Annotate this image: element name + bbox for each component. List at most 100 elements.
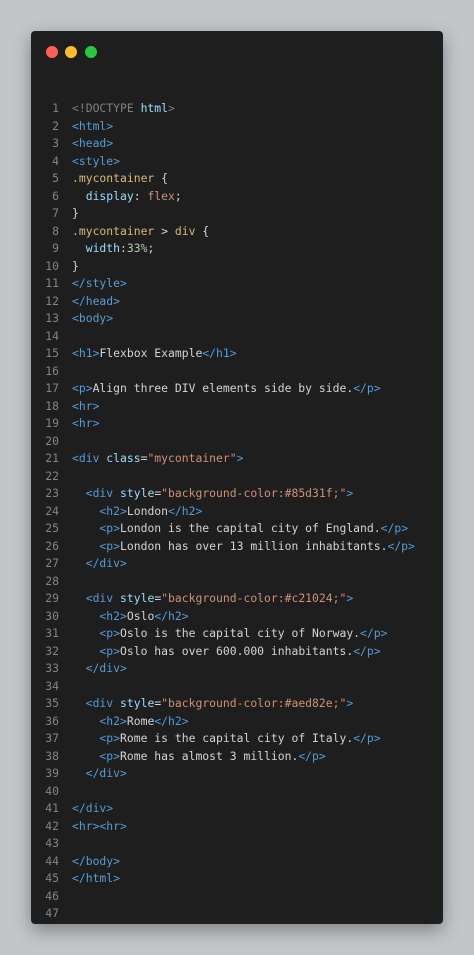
line-content: <hr> (72, 398, 99, 416)
code-token: <body> (72, 311, 114, 325)
line-content: </html> (72, 870, 120, 888)
line-number: 18 (45, 398, 59, 413)
code-token: Oslo has over 600.000 inhabitants. (120, 643, 354, 658)
code-token: > (154, 223, 175, 238)
code-token: </style> (72, 276, 127, 290)
code-line: 1 <!DOCTYPE html> (31, 100, 443, 118)
line-number: 33 (45, 661, 59, 675)
line-number: 4 (52, 153, 59, 168)
line-content: .mycontainer > div { (72, 223, 209, 241)
code-token: </h2> (154, 608, 189, 623)
code-token: </body> (72, 853, 121, 868)
code-line: 28 (31, 573, 443, 591)
code-token: <head> (72, 136, 114, 150)
code-token: class (106, 451, 141, 465)
line-number: 27 (45, 556, 59, 570)
line-content: <hr> (72, 415, 99, 433)
line-number: 47 (45, 906, 59, 920)
line-content: <hr><hr> (72, 818, 127, 836)
code-token: > (346, 696, 354, 710)
code-token: <hr> (72, 398, 100, 413)
code-token: <html> (72, 118, 114, 133)
line-number: 5 (52, 171, 59, 185)
code-token: html (140, 101, 169, 115)
line-number: 43 (45, 836, 59, 850)
close-window-button[interactable] (46, 46, 58, 58)
code-token: .mycontainer (72, 171, 155, 185)
code-line: 40 (31, 783, 443, 801)
code-token: <div (72, 451, 107, 465)
line-number: 10 (45, 258, 59, 273)
code-token: "background-color:#c21024;" (161, 591, 347, 605)
line-number: 41 (45, 801, 59, 815)
line-content: </head> (72, 293, 120, 311)
code-token: : (133, 188, 148, 203)
line-number: 37 (45, 731, 59, 745)
line-content: <p>London is the capital city of England… (72, 520, 408, 538)
line-number: 21 (45, 451, 59, 465)
code-token: .mycontainer (72, 223, 155, 238)
line-number: 19 (45, 416, 59, 430)
code-token: display (72, 188, 134, 203)
code-line: 41 </div> (31, 800, 443, 818)
line-content: <p>London has over 13 million inhabitant… (72, 538, 414, 556)
code-token: <hr> (72, 416, 100, 430)
line-content: <p>Oslo has over 600.000 inhabitants.</p… (72, 643, 380, 661)
code-line: 11 </style> (31, 275, 443, 293)
code-line: 29 <div style="background-color:#c21024;… (31, 590, 443, 608)
line-content: <head> (72, 135, 113, 153)
code-token: </h1> (202, 346, 237, 360)
line-number: 46 (45, 888, 59, 903)
code-token: { (195, 223, 210, 238)
code-line: 20 (31, 433, 443, 451)
code-line: 27 </div> (31, 555, 443, 573)
code-token: <h2> (72, 503, 127, 518)
code-token: </p> (353, 381, 381, 395)
line-number: 42 (45, 818, 59, 833)
code-token: style (120, 696, 155, 710)
code-token: <!DOCTYPE (72, 101, 141, 115)
code-token: > (346, 591, 354, 605)
line-content: display: flex; (72, 188, 182, 206)
code-line: 38 <p>Rome has almost 3 million.</p> (31, 748, 443, 766)
code-token: </div> (72, 556, 127, 570)
line-number: 36 (45, 713, 59, 728)
code-line: 22 (31, 468, 443, 486)
code-token: "mycontainer" (147, 451, 237, 465)
line-number: 1 (52, 101, 59, 115)
code-line: 35 <div style="background-color:#aed82e;… (31, 695, 443, 713)
line-number: 39 (45, 766, 59, 780)
line-content: </body> (72, 853, 120, 871)
line-content: <div style="background-color:#85d31f;"> (72, 485, 354, 503)
code-token: Rome has almost 3 million. (120, 748, 299, 763)
code-token: </div> (72, 766, 127, 780)
minimize-window-button[interactable] (65, 46, 77, 58)
code-window: 1 <!DOCTYPE html> 2 <html> 3 <head> 4 <style> 5.… (31, 31, 443, 924)
code-token: Rome (126, 713, 155, 728)
line-number: 16 (45, 363, 59, 378)
code-token: "background-color:#85d31f;" (161, 486, 347, 500)
line-content: </div> (72, 555, 127, 573)
code-token: 33% (126, 241, 148, 255)
code-line: 9 width:33%; (31, 240, 443, 258)
code-token: </div> (72, 801, 114, 815)
code-line: 25 <p>London is the capital city of Engl… (31, 520, 443, 538)
code-token: Rome is the capital city of Italy. (120, 731, 354, 745)
code-line: 18 <hr> (31, 398, 443, 416)
line-content: <p>Rome has almost 3 million.</p> (72, 748, 325, 766)
code-line: 6 display: flex; (31, 188, 443, 206)
code-token: <hr><hr> (72, 818, 127, 833)
line-number: 23 (45, 486, 59, 500)
line-content: width:33%; (72, 240, 155, 258)
maximize-window-button[interactable] (85, 46, 97, 58)
line-number: 29 (45, 591, 59, 605)
line-number: 9 (52, 241, 59, 255)
code-token: London (126, 503, 169, 518)
code-token: London has over 13 million inhabitants. (120, 538, 388, 553)
code-line: 31 <p>Oslo is the capital city of Norway… (31, 625, 443, 643)
line-content: </style> (72, 275, 127, 293)
code-token: <h2> (72, 713, 127, 728)
code-line: 12 </head> (31, 293, 443, 311)
code-token: <h1> (72, 346, 100, 360)
code-token: London is the capital city of England. (120, 521, 381, 535)
